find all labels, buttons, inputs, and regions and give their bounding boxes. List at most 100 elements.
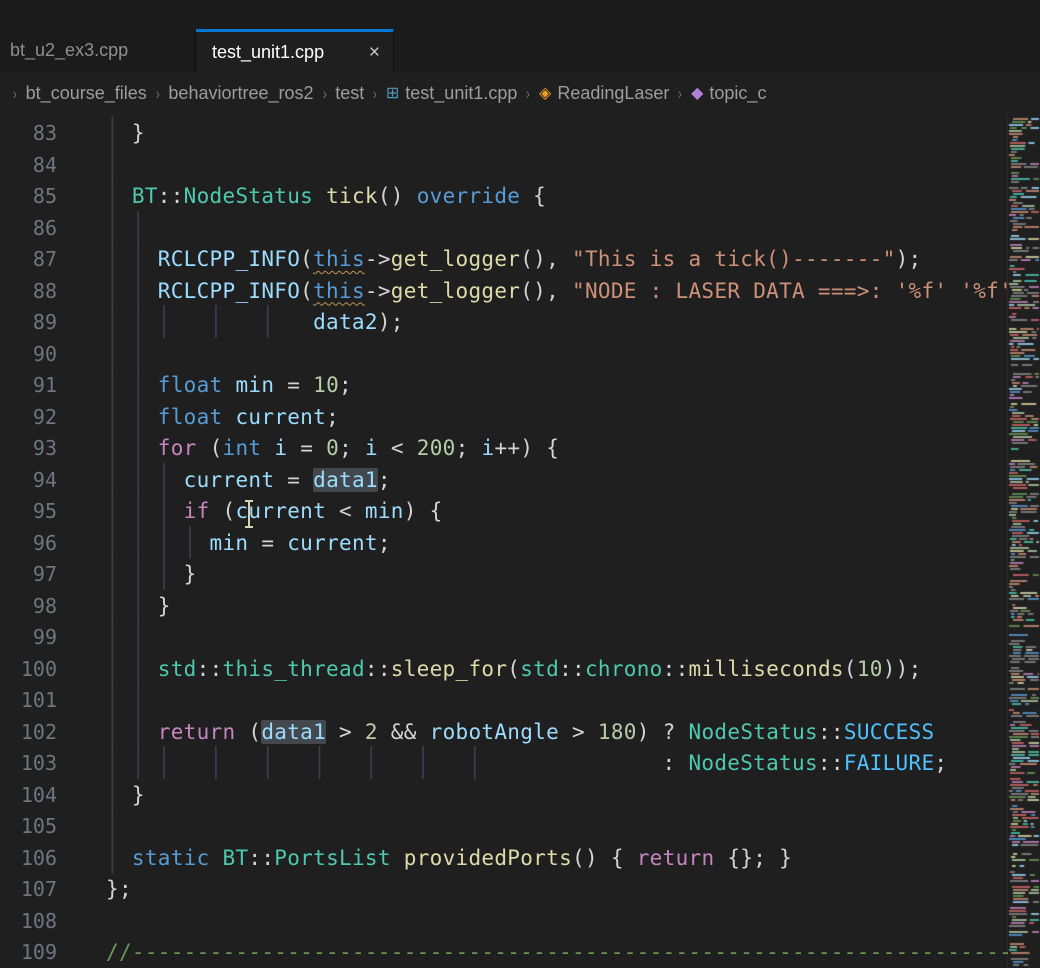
code-token: ; — [326, 405, 339, 429]
code-token: return — [637, 846, 715, 870]
tab-test_unit1[interactable]: test_unit1.cpp × — [196, 29, 394, 72]
line-number[interactable]: 98 — [0, 591, 57, 623]
breadcrumb-item-topic[interactable]: ◆ topic_c — [691, 83, 766, 104]
code-text: │ │ │ │ │ data2); — [57, 310, 404, 334]
code-line[interactable]: 100│ │ std::this_thread::sleep_for(std::… — [0, 654, 1040, 686]
code-token: :: — [197, 657, 223, 681]
code-token — [261, 436, 274, 460]
code-token: min — [235, 373, 274, 397]
code-token: SUCCESS — [844, 720, 935, 744]
code-token: ( — [507, 657, 520, 681]
line-number[interactable]: 88 — [0, 276, 57, 308]
code-line[interactable]: 106│ static BT::PortsList providedPorts(… — [0, 843, 1040, 875]
tab-bt_u2_ex3[interactable]: bt_u2_ex3.cpp — [0, 29, 196, 72]
line-number[interactable]: 89 — [0, 307, 57, 339]
line-number[interactable]: 93 — [0, 433, 57, 465]
code-token: > — [326, 720, 365, 744]
code-line[interactable]: 89│ │ │ │ │ data2); — [0, 307, 1040, 339]
line-number[interactable]: 95 — [0, 496, 57, 528]
code-line[interactable]: 98│ │ } — [0, 591, 1040, 623]
code-token: }; — [106, 877, 132, 901]
code-text: │ │ │ │ │ │ │ │ │ : NodeStatus::FAILURE; — [57, 751, 947, 775]
code-token: :: — [818, 720, 844, 744]
cpp-file-icon: ⊞ — [386, 86, 399, 102]
breadcrumb-item-behaviortree_ros2[interactable]: behaviortree_ros2 — [168, 83, 313, 104]
line-number[interactable]: 106 — [0, 843, 57, 875]
code-text: │ — [57, 814, 119, 838]
line-number[interactable]: 85 — [0, 181, 57, 213]
line-number[interactable]: 109 — [0, 937, 57, 968]
code-token: override — [417, 184, 521, 208]
breadcrumb-item-test[interactable]: test — [335, 83, 364, 104]
line-number[interactable]: 108 — [0, 906, 57, 938]
code-token: 0 — [326, 436, 339, 460]
code-line[interactable]: 85│ BT::NodeStatus tick() override { — [0, 181, 1040, 213]
title-bar — [0, 0, 1040, 29]
breadcrumb-item-test_unit1-cpp[interactable]: ⊞ test_unit1.cpp — [386, 83, 517, 104]
line-number[interactable]: 87 — [0, 244, 57, 276]
line-number[interactable]: 83 — [0, 118, 57, 150]
code-line[interactable]: 84│ — [0, 150, 1040, 182]
code-line[interactable]: 107}; — [0, 874, 1040, 906]
line-number[interactable]: 105 — [0, 811, 57, 843]
code-text: │ │ — [57, 342, 145, 366]
code-token: BT — [223, 846, 249, 870]
code-token: NodeStatus — [184, 184, 313, 208]
code-token: 180 — [598, 720, 637, 744]
code-token: :: — [158, 184, 184, 208]
code-token: std — [158, 657, 197, 681]
code-text: │ │ for (int i = 0; i < 200; i++) { — [57, 436, 559, 460]
code-token: 2 — [365, 720, 378, 744]
line-number[interactable]: 107 — [0, 874, 57, 906]
code-text: │ │ — [57, 625, 145, 649]
line-number[interactable]: 94 — [0, 465, 57, 497]
code-token: this — [313, 279, 365, 303]
line-number[interactable]: 84 — [0, 150, 57, 182]
code-token: ++) { — [494, 436, 559, 460]
editor[interactable]: 83│ }84│85│ BT::NodeStatus tick() overri… — [0, 115, 1040, 968]
code-token: "NODE : LASER DATA ===>: '%f' '%f' — [572, 279, 1012, 303]
code-token: min — [365, 499, 404, 523]
code-token — [210, 846, 223, 870]
line-number[interactable]: 90 — [0, 339, 57, 371]
breadcrumb-label: test — [335, 83, 364, 104]
line-number[interactable]: 86 — [0, 213, 57, 245]
code-token: NodeStatus — [688, 751, 817, 775]
minimap[interactable] — [1007, 115, 1040, 968]
code-text: │ │ float min = 10; — [57, 373, 352, 397]
line-number[interactable]: 102 — [0, 717, 57, 749]
code-token: std — [520, 657, 559, 681]
code-token: > — [559, 720, 598, 744]
line-number[interactable]: 92 — [0, 402, 57, 434]
code-line[interactable]: 103│ │ │ │ │ │ │ │ │ : NodeStatus::FAILU… — [0, 748, 1040, 780]
code-line[interactable]: 108 — [0, 906, 1040, 938]
line-number[interactable]: 103 — [0, 748, 57, 780]
line-number[interactable]: 100 — [0, 654, 57, 686]
code-text: │ │ │ current = data1; — [57, 468, 391, 492]
breadcrumb-item-bt_course_files[interactable]: bt_course_files — [26, 83, 147, 104]
code-line[interactable]: 105│ — [0, 811, 1040, 843]
breadcrumb-label: behaviortree_ros2 — [168, 83, 313, 104]
code-token: ( — [197, 436, 223, 460]
line-number[interactable]: 96 — [0, 528, 57, 560]
code-text: │ — [57, 153, 119, 177]
code-token: current — [287, 531, 378, 555]
line-number[interactable]: 91 — [0, 370, 57, 402]
breadcrumb-item-ReadingLaser[interactable]: ◈ ReadingLaser — [539, 83, 669, 104]
code-text: │ │ │ │ min = current; — [57, 531, 391, 555]
line-number[interactable]: 99 — [0, 622, 57, 654]
code-line[interactable]: 109//-----------------------------------… — [0, 937, 1040, 968]
tab-bar: bt_u2_ex3.cpp test_unit1.cpp × — [0, 29, 1040, 72]
line-number[interactable]: 101 — [0, 685, 57, 717]
code-token — [223, 405, 236, 429]
line-number[interactable]: 104 — [0, 780, 57, 812]
tab-label: test_unit1.cpp — [212, 42, 324, 63]
code-token: tick — [326, 184, 378, 208]
code-token: BT — [132, 184, 158, 208]
close-icon[interactable]: × — [369, 43, 380, 62]
code-token: ); — [378, 310, 404, 334]
code-line[interactable]: 83│ } — [0, 118, 1040, 150]
chevron-right-icon: › — [13, 84, 17, 104]
line-number[interactable]: 97 — [0, 559, 57, 591]
code-token: ; — [339, 373, 352, 397]
